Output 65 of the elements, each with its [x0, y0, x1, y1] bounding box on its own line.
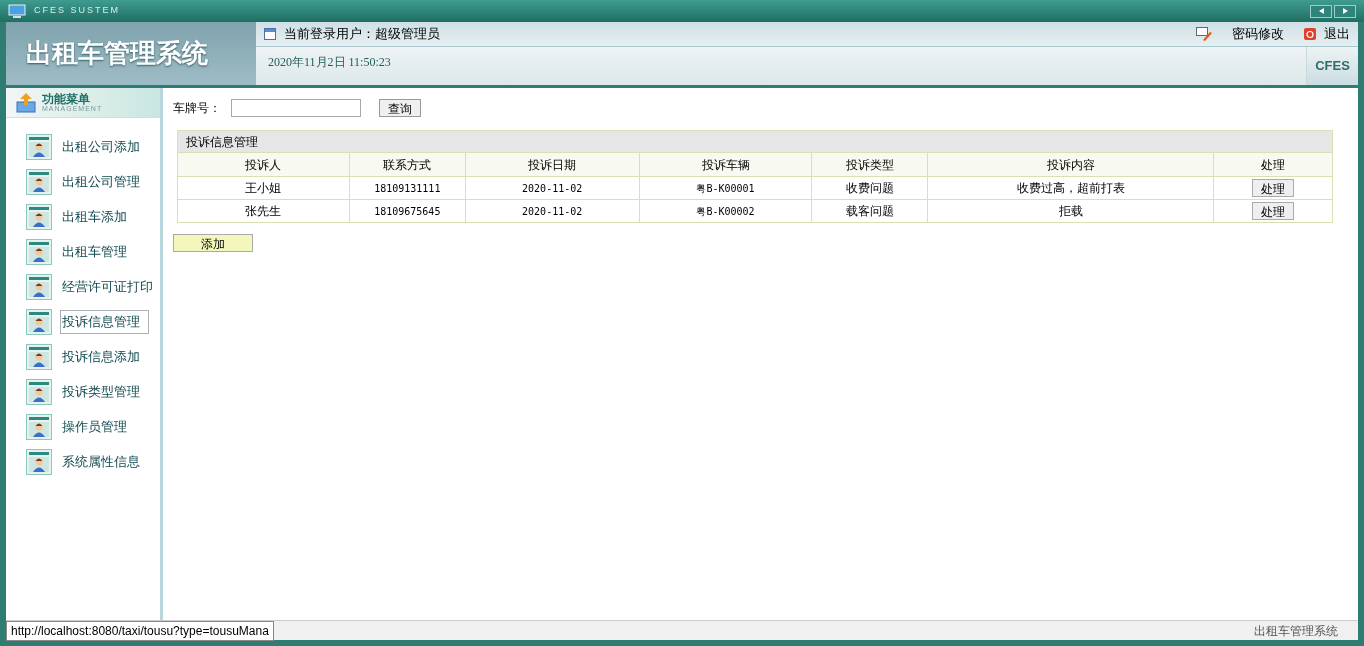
table-cell: 粤B-K00001	[639, 177, 813, 199]
left-arrow-icon	[1318, 8, 1324, 14]
power-icon	[1304, 28, 1316, 40]
table-title: 投诉信息管理	[178, 131, 1332, 153]
status-url: http://localhost:8080/taxi/tousu?type=tousuMana	[6, 620, 274, 641]
menu-item[interactable]: 系统属性信息	[60, 450, 142, 474]
table-cell: 粤B-K00002	[639, 200, 813, 222]
table-cell: 2020-11-02	[465, 200, 640, 222]
user-card-icon	[26, 274, 52, 300]
plate-number-field[interactable]	[231, 99, 361, 117]
menu-item[interactable]: 操作员管理	[60, 415, 129, 439]
table-cell: 18109131111	[349, 177, 466, 199]
column-header: 投诉日期	[465, 153, 640, 176]
status-text: 出租车管理系统	[1254, 622, 1338, 640]
search-button[interactable]: 查询	[379, 99, 421, 117]
menu-item[interactable]: 出租车添加	[60, 205, 129, 229]
menu-item[interactable]: 出租车管理	[60, 240, 129, 264]
column-header: 处理	[1260, 156, 1287, 174]
brand-badge: CFES	[1306, 47, 1358, 85]
table-cell: 收费问题	[812, 177, 929, 199]
column-header: 投诉内容	[928, 153, 1215, 176]
window-icon	[264, 28, 276, 40]
user-card-icon	[26, 239, 52, 265]
user-card-icon	[26, 449, 52, 475]
menu-item[interactable]: 出租公司添加	[60, 135, 142, 159]
menu-item[interactable]: 经营许可证打印	[60, 275, 155, 299]
scroll-left-button[interactable]	[1310, 4, 1332, 18]
user-card-icon	[26, 309, 52, 335]
current-user-label: 当前登录用户：超级管理员	[284, 25, 440, 44]
menu-item[interactable]: 投诉类型管理	[60, 380, 142, 404]
menu-item[interactable]: 投诉信息管理	[60, 310, 149, 334]
table-cell: 张先生	[178, 200, 350, 222]
menu-item[interactable]: 投诉信息添加	[60, 345, 142, 369]
logout-link[interactable]: 退出	[1324, 24, 1350, 44]
table-cell: 载客问题	[812, 200, 929, 222]
table-cell: 收费过高，超前打表	[928, 177, 1215, 199]
add-button[interactable]: 添加	[173, 234, 253, 252]
monitor-icon	[8, 4, 26, 18]
column-header: 投诉类型	[812, 153, 929, 176]
user-card-icon	[26, 344, 52, 370]
column-header: 联系方式	[349, 153, 466, 176]
upload-box-icon	[16, 92, 36, 113]
user-card-icon	[26, 414, 52, 440]
search-label: 车牌号：	[173, 100, 221, 117]
menu-item[interactable]: 出租公司管理	[60, 170, 142, 194]
change-password-link[interactable]: 密码修改	[1232, 24, 1284, 44]
column-header: 投诉车辆	[639, 153, 813, 176]
table-cell: 拒载	[928, 200, 1215, 222]
right-arrow-icon	[1342, 8, 1348, 14]
user-card-icon	[26, 169, 52, 195]
datetime: 2020年11月2日 11:50:23	[267, 54, 391, 71]
process-button[interactable]: 处理	[1252, 202, 1295, 220]
table-cell: 2020-11-02	[465, 177, 640, 199]
window-title: CFES SUSTEM	[34, 4, 120, 18]
table-cell: 18109675645	[349, 200, 466, 222]
pencil-note-icon	[1196, 27, 1212, 41]
sidebar-title: 功能菜单	[42, 93, 91, 105]
user-card-icon	[26, 204, 52, 230]
user-card-icon	[26, 134, 52, 160]
app-title: 出租车管理系统	[26, 37, 208, 70]
user-card-icon	[26, 379, 52, 405]
process-button[interactable]: 处理	[1252, 179, 1295, 197]
column-header: 投诉人	[178, 153, 350, 176]
table-cell: 王小姐	[178, 177, 350, 199]
scroll-right-button[interactable]	[1334, 4, 1356, 18]
